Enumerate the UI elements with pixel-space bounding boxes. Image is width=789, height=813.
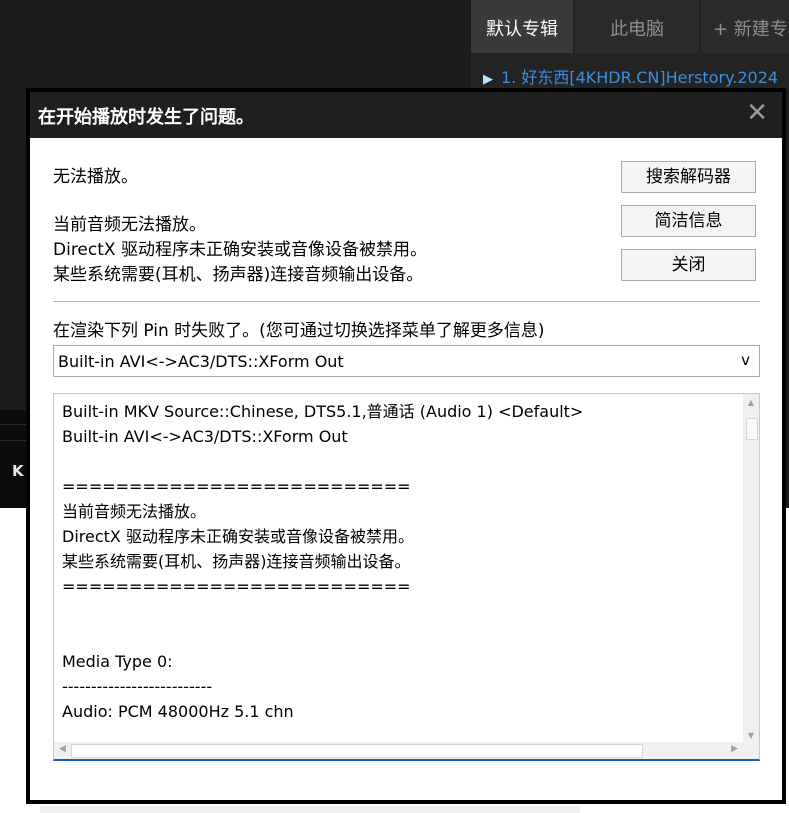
scrollbar-thumb[interactable] — [746, 418, 758, 440]
details-line: Media Type 0: — [62, 652, 173, 671]
dialog-titlebar[interactable]: 在开始播放时发生了问题。 ✕ — [30, 92, 782, 138]
play-icon: ▶ — [483, 72, 493, 87]
search-decoder-button[interactable]: 搜索解码器 — [621, 161, 756, 193]
horizontal-scrollbar[interactable]: ◀ ▶ — [54, 742, 743, 759]
error-dialog: 在开始播放时发生了问题。 ✕ 无法播放。 当前音频无法播放。 DirectX 驱… — [26, 88, 786, 804]
details-textarea[interactable]: Built-in MKV Source::Chinese, DTS5.1,普通话… — [53, 393, 760, 761]
brief-info-button[interactable]: 简洁信息 — [621, 205, 756, 237]
dialog-title: 在开始播放时发生了问题。 — [38, 107, 254, 128]
chevron-down-icon[interactable]: v — [741, 351, 750, 369]
scroll-down-icon[interactable]: ▼ — [743, 731, 759, 740]
playlist-tabs: 默认专辑 此电脑 + 新建专辑 — [471, 0, 789, 53]
message-line: DirectX 驱动程序未正确安装或音像设备被禁用。 — [53, 240, 427, 260]
details-line: ​ — [62, 449, 583, 474]
details-line: 某些系统需要(耳机、扬声器)连接音频输出设备。 — [62, 552, 411, 571]
tab-this-pc[interactable]: 此电脑 — [575, 0, 699, 53]
playlist-item[interactable]: ▶ 1. 好东西[4KHDR.CN]Herstory.2024 — [483, 64, 778, 88]
message-line: 当前音频无法播放。 — [53, 215, 206, 235]
details-line: Built-in MKV Source::Chinese, DTS5.1,普通话… — [62, 402, 584, 421]
details-line: ​ — [62, 624, 583, 649]
details-line: ========================== — [62, 577, 411, 596]
message-heading: 无法播放。 — [53, 167, 138, 187]
details-line: Built-in AVI<->AC3/DTS::XForm Out — [62, 427, 348, 446]
player-left-label: K — [12, 462, 24, 480]
tab-new-album[interactable]: + 新建专辑 — [701, 0, 789, 53]
message-line: 某些系统需要(耳机、扬声器)连接音频输出设备。 — [53, 265, 424, 285]
scroll-up-icon[interactable]: ▲ — [743, 398, 759, 407]
tab-default-album[interactable]: 默认专辑 — [471, 0, 573, 53]
playlist-item-label: 1. 好东西[4KHDR.CN]Herstory.2024 — [501, 68, 779, 87]
details-text: Built-in MKV Source::Chinese, DTS5.1,普通话… — [62, 399, 583, 724]
details-line: DirectX 驱动程序未正确安装或音像设备被禁用。 — [62, 527, 414, 546]
scroll-right-icon[interactable]: ▶ — [731, 744, 738, 754]
details-line: Audio: PCM 48000Hz 5.1 chn — [62, 702, 294, 721]
scrollbar-corner — [743, 742, 759, 759]
close-icon[interactable]: ✕ — [746, 98, 768, 128]
divider — [53, 301, 760, 302]
details-line: -------------------------- — [62, 677, 213, 696]
details-line: 当前音频无法播放。 — [62, 502, 207, 521]
details-line: ​ — [62, 599, 583, 624]
pin-label: 在渲染下列 Pin 时失败了。(您可通过切换选择菜单了解更多信息) — [53, 321, 545, 341]
details-line: ========================== — [62, 477, 411, 496]
pin-select-value: Built-in AVI<->AC3/DTS::XForm Out — [58, 352, 344, 371]
playlist-panel: 默认专辑 此电脑 + 新建专辑 ▶ 1. 好东西[4KHDR.CN]Herstor… — [471, 0, 789, 90]
close-button[interactable]: 关闭 — [621, 249, 756, 281]
dialog-body: 在开始播放时发生了问题。 ✕ 无法播放。 当前音频无法播放。 DirectX 驱… — [30, 92, 782, 800]
dialog-shadow — [40, 806, 580, 813]
pin-select[interactable]: Built-in AVI<->AC3/DTS::XForm Out v — [53, 345, 760, 377]
scroll-left-icon[interactable]: ◀ — [59, 744, 66, 754]
scrollbar-thumb[interactable] — [71, 744, 643, 758]
vertical-scrollbar[interactable]: ▲ ▼ — [743, 394, 759, 742]
